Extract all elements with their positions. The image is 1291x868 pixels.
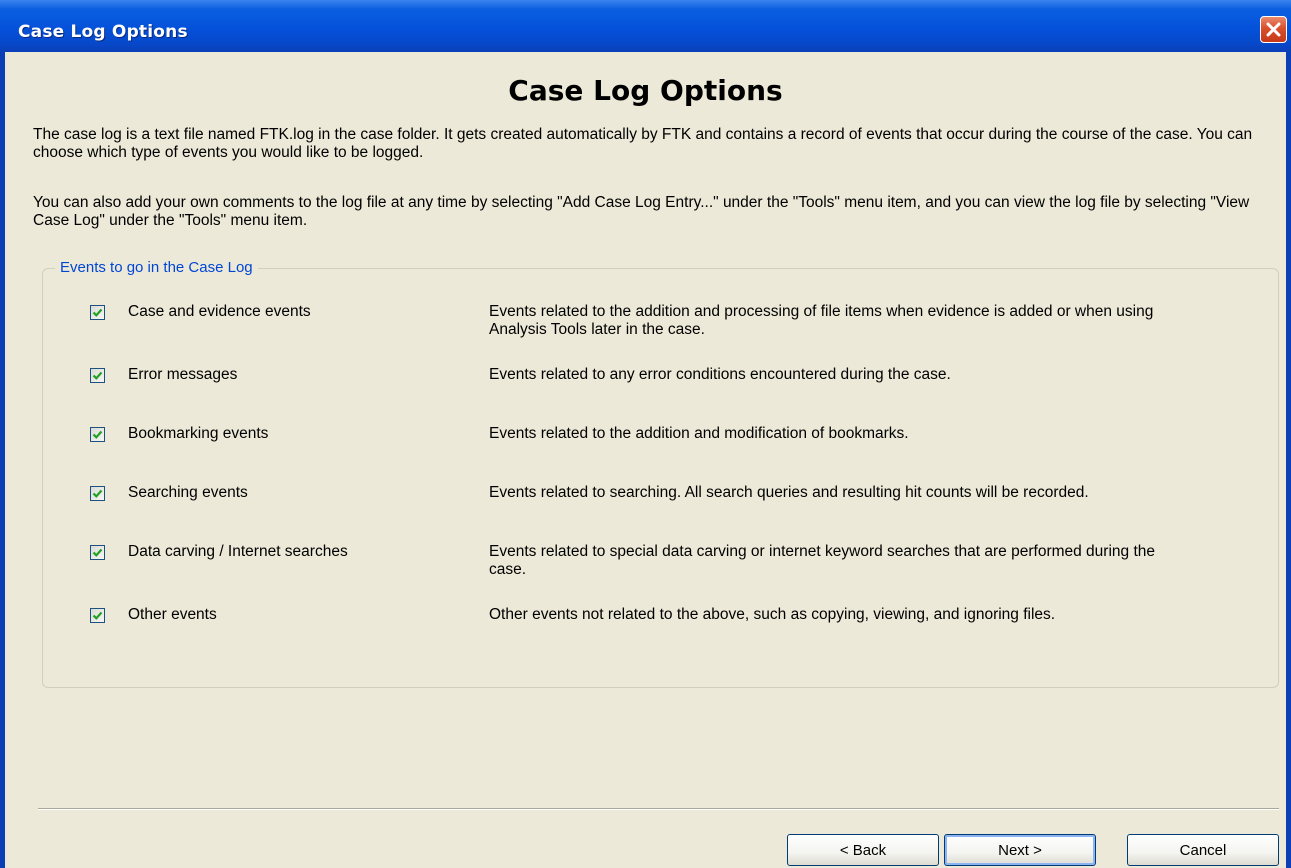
title-bar[interactable]: Case Log Options	[0, 0, 1291, 52]
checkmark-icon	[92, 548, 103, 557]
checkmark-icon	[92, 611, 103, 620]
data-carving-description: Events related to special data carving o…	[489, 543, 1156, 578]
comments-paragraph: You can also add your own comments to th…	[33, 194, 1250, 229]
bookmarking-description: Events related to the addition and modif…	[489, 425, 909, 442]
bookmarking-label[interactable]: Bookmarking events	[128, 425, 268, 443]
close-button[interactable]	[1260, 16, 1287, 43]
checkmark-icon	[92, 308, 103, 317]
footer-separator-highlight	[38, 809, 1279, 810]
checkmark-icon	[92, 430, 103, 439]
data-carving-checkbox[interactable]	[90, 545, 105, 560]
close-icon	[1266, 22, 1281, 37]
error-messages-checkbox[interactable]	[90, 368, 105, 383]
error-messages-description: Events related to any error conditions e…	[489, 366, 951, 383]
searching-checkbox[interactable]	[90, 486, 105, 501]
other-events-description: Other events not related to the above, s…	[489, 606, 1056, 623]
page-heading: Case Log Options	[508, 74, 783, 107]
searching-label[interactable]: Searching events	[128, 484, 248, 502]
next-button[interactable]: Next >	[944, 834, 1096, 866]
case-evidence-checkbox[interactable]	[90, 305, 105, 320]
case-evidence-label[interactable]: Case and evidence events	[128, 303, 311, 321]
case-log-options-dialog: Case Log Options Case Log Options The ca…	[0, 0, 1291, 868]
checkmark-icon	[92, 489, 103, 498]
window-title: Case Log Options	[18, 22, 188, 42]
data-carving-label[interactable]: Data carving / Internet searches	[128, 543, 348, 561]
other-events-label[interactable]: Other events	[128, 606, 217, 624]
bookmarking-checkbox[interactable]	[90, 427, 105, 442]
intro-paragraph: The case log is a text file named FTK.lo…	[33, 126, 1253, 161]
back-button[interactable]: < Back	[787, 834, 939, 866]
cancel-button[interactable]: Cancel	[1127, 834, 1279, 866]
events-group-label: Events to go in the Case Log	[55, 259, 258, 276]
searching-description: Events related to searching. All search …	[489, 484, 1089, 501]
checkmark-icon	[92, 371, 103, 380]
other-events-checkbox[interactable]	[90, 608, 105, 623]
case-evidence-description: Events related to the addition and proce…	[489, 303, 1154, 338]
error-messages-label[interactable]: Error messages	[128, 366, 237, 384]
